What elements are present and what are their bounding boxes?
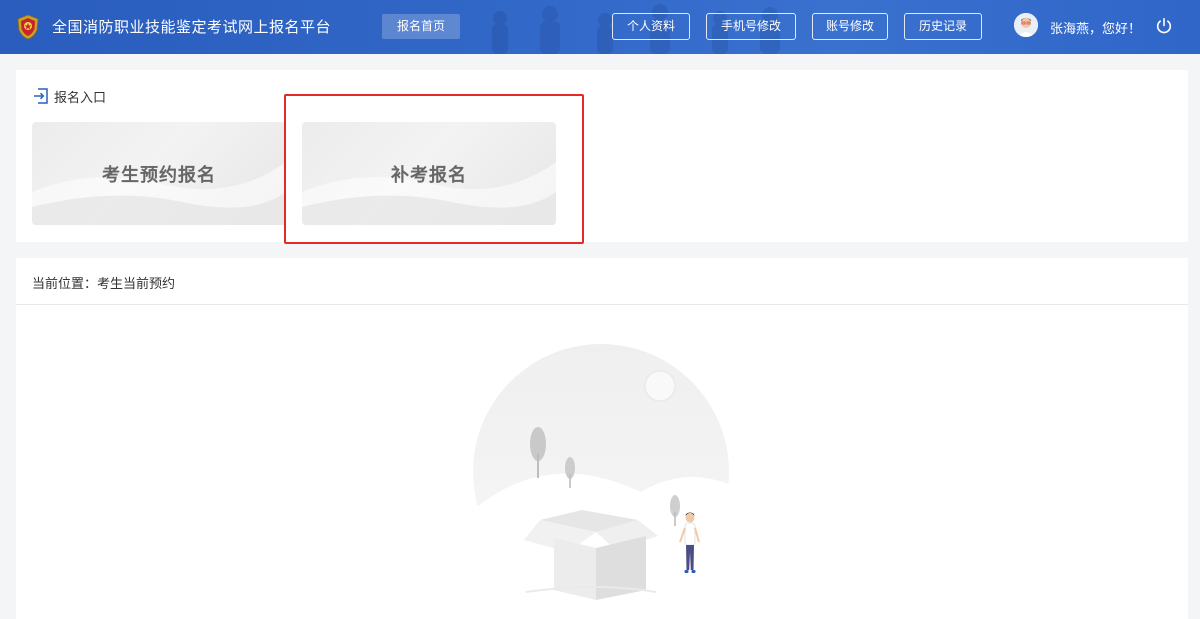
power-icon[interactable] (1155, 17, 1173, 35)
current-appointment-panel: 当前位置：考生当前预约 (16, 258, 1188, 619)
fire-emblem-icon (17, 14, 39, 40)
user-avatar[interactable] (1014, 13, 1038, 37)
tile-label: 补考报名 (391, 164, 467, 186)
tile-makeup-exam[interactable]: 补考报名 (302, 122, 556, 225)
tile-label: 考生预约报名 (102, 164, 216, 186)
change-account-button[interactable]: 账号修改 (812, 13, 888, 40)
empty-box-illustration (471, 344, 746, 602)
top-header: 全国消防职业技能鉴定考试网上报名平台 报名首页 个人资料 手机号修改 账号修改 … (0, 0, 1200, 54)
profile-button[interactable]: 个人资料 (612, 13, 690, 40)
history-button[interactable]: 历史记录 (904, 13, 982, 40)
tile-exam-appointment[interactable]: 考生预约报名 (32, 122, 286, 225)
entry-header: 报名入口 (32, 86, 106, 106)
user-greeting: 张海燕，您好！ (1050, 22, 1142, 37)
registration-entry-panel: 报名入口 考生预约报名 补考报名 (16, 70, 1188, 242)
login-icon (34, 88, 48, 104)
change-phone-button[interactable]: 手机号修改 (706, 13, 796, 40)
breadcrumb: 当前位置：考生当前预约 (32, 277, 176, 292)
avatar-image (1014, 13, 1038, 37)
nav-home-button[interactable]: 报名首页 (382, 14, 460, 39)
divider (16, 304, 1188, 305)
entry-title: 报名入口 (54, 90, 107, 106)
site-title: 全国消防职业技能鉴定考试网上报名平台 (52, 18, 332, 36)
